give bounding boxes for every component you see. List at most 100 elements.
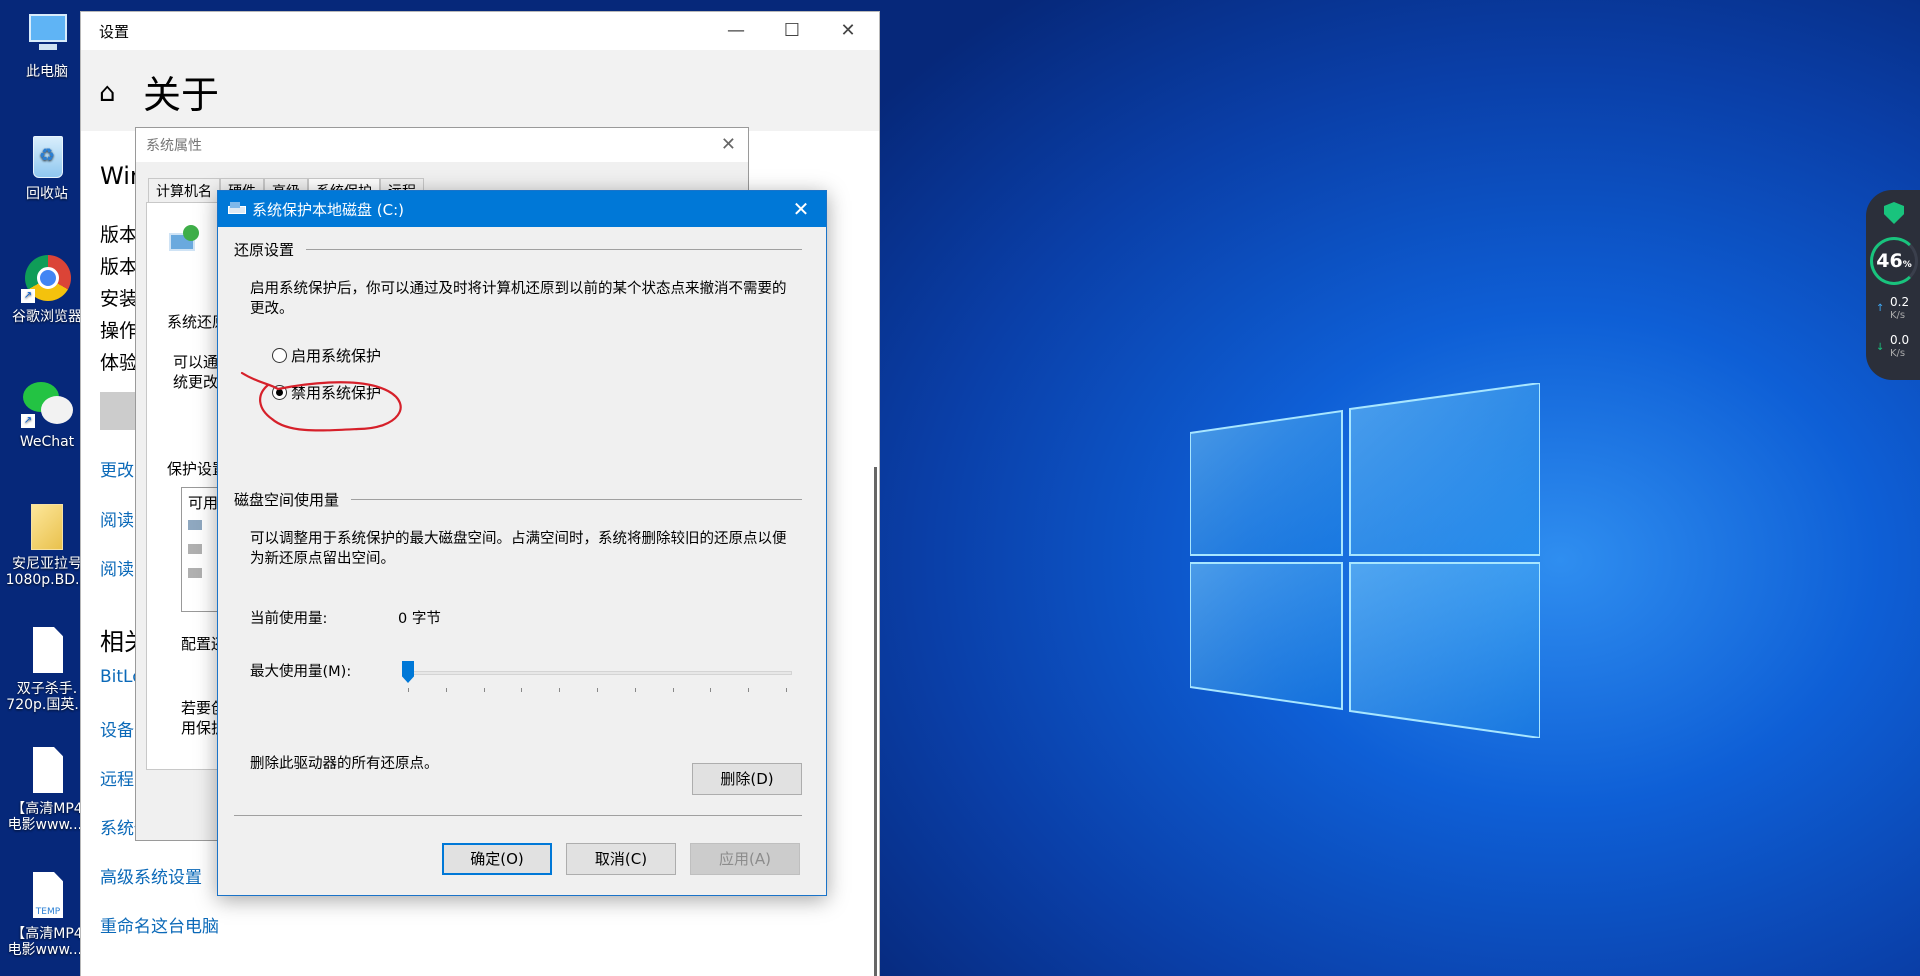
slider-track[interactable] bbox=[402, 671, 792, 675]
upload-unit: K/s bbox=[1890, 310, 1906, 321]
tab-computer-name[interactable]: 计算机名 bbox=[148, 178, 220, 203]
red-annotation-circle bbox=[240, 371, 402, 432]
settings-link[interactable]: 远程 bbox=[100, 765, 134, 790]
spec-label-fragment: 版本 bbox=[100, 224, 139, 246]
advanced-system-settings-link[interactable]: 高级系统设置 bbox=[100, 863, 202, 888]
rename-pc-link[interactable]: 重命名这台电脑 bbox=[100, 912, 219, 937]
system-protection-dialog: 系统保护本地磁盘 (C:) ✕ 还原设置 启用系统保护后，你可以通过及时将计算机… bbox=[217, 190, 827, 896]
slider-tick bbox=[786, 688, 787, 692]
folder-icon bbox=[21, 500, 73, 552]
delete-button[interactable]: 删除(D) bbox=[692, 763, 802, 795]
desktop-icon-chrome[interactable]: ↗ 谷歌浏览器 bbox=[4, 253, 90, 325]
enable-protection-label: 启用系统保护 bbox=[291, 347, 382, 365]
home-icon[interactable]: ⌂ bbox=[99, 78, 116, 108]
settings-titlebar: 设置 bbox=[81, 12, 879, 50]
spec-label-fragment: 安装 bbox=[100, 288, 139, 310]
shortcut-arrow-icon: ↗ bbox=[21, 414, 35, 428]
download-unit: K/s bbox=[1890, 348, 1906, 359]
desktop-icon-file-2[interactable]: 【高清MP4 电影www.... bbox=[4, 745, 90, 833]
slider-tick bbox=[408, 688, 409, 692]
drives-list[interactable]: 可用 bbox=[181, 487, 221, 612]
wechat-icon: ↗ bbox=[21, 378, 73, 430]
disk-usage-heading: 磁盘空间使用量 bbox=[234, 491, 340, 509]
desktop-icon-label: 安尼亚拉号 1080p.BD... bbox=[5, 556, 89, 588]
desktop-icon-this-pc[interactable]: 此电脑 bbox=[4, 8, 90, 80]
slider-tick bbox=[748, 688, 750, 692]
slider-tick bbox=[672, 688, 674, 692]
slider-tick bbox=[597, 688, 598, 692]
restore-settings-desc: 启用系统保护后，你可以通过及时将计算机还原到以前的某个状态点来撤消不需要的更改。 bbox=[250, 281, 787, 317]
drive-icon bbox=[188, 520, 202, 530]
desktop-icon-temp[interactable]: TEMP 【高清MP4 电影www.... bbox=[4, 870, 90, 958]
scrollbar[interactable] bbox=[874, 467, 877, 976]
settings-link[interactable]: 阅读 bbox=[100, 506, 134, 531]
delete-restore-points-desc: 删除此驱动器的所有还原点。 bbox=[250, 756, 439, 772]
close-icon[interactable]: ✕ bbox=[786, 196, 816, 222]
desktop-icon-label: 双子杀手. 720p.国英... bbox=[6, 681, 88, 713]
drive-icon bbox=[188, 544, 202, 554]
windows-logo bbox=[1190, 383, 1540, 738]
dialog-titlebar: 系统保护本地磁盘 (C:) bbox=[218, 191, 826, 227]
upload-speed: 0.2 K/s bbox=[1890, 296, 1909, 322]
settings-window-title: 设置 bbox=[99, 22, 130, 41]
apply-button[interactable]: 应用(A) bbox=[690, 843, 800, 875]
file-icon bbox=[21, 625, 73, 677]
divider bbox=[234, 815, 802, 816]
disk-usage-group: 磁盘空间使用量 bbox=[234, 489, 802, 510]
desktop-icon-label: WeChat bbox=[19, 434, 75, 450]
download-value: 0.0 bbox=[1890, 333, 1910, 347]
shortcut-arrow-icon: ↗ bbox=[21, 289, 35, 303]
upload-value: 0.2 bbox=[1890, 295, 1910, 309]
system-restore-desc: 可以通 bbox=[173, 353, 219, 371]
max-usage-slider[interactable] bbox=[402, 661, 792, 692]
desktop-icon-recycle-bin[interactable]: ♻ 回收站 bbox=[4, 130, 90, 202]
minimize-icon[interactable]: — bbox=[713, 18, 759, 44]
enable-protection-radio[interactable]: 启用系统保护 bbox=[272, 345, 381, 366]
settings-link[interactable]: 阅读 bbox=[100, 555, 134, 580]
temp-label: TEMP bbox=[35, 907, 61, 917]
settings-header: ⌂ 关于 bbox=[81, 50, 879, 131]
current-usage-label: 当前使用量: bbox=[250, 611, 328, 627]
disk-usage-desc: 可以调整用于系统保护的最大磁盘空间。占满空间时，系统将删除较旧的还原点以便为新还… bbox=[250, 531, 787, 567]
max-usage-label: 最大使用量(M): bbox=[250, 664, 352, 680]
close-icon[interactable]: ✕ bbox=[825, 18, 871, 44]
file-icon bbox=[21, 745, 73, 797]
shield-check-icon[interactable] bbox=[1884, 202, 1904, 224]
temp-file-icon: TEMP bbox=[21, 870, 73, 922]
settings-link[interactable]: 更改 bbox=[100, 456, 134, 481]
system-protection-icon bbox=[169, 225, 199, 255]
chrome-icon: ↗ bbox=[21, 253, 73, 305]
ok-button[interactable]: 确定(O) bbox=[442, 843, 552, 875]
percent-unit: % bbox=[1902, 260, 1912, 270]
slider-tick bbox=[710, 688, 712, 692]
dialog-title: 系统保护本地磁盘 (C:) bbox=[252, 200, 405, 219]
close-icon[interactable]: ✕ bbox=[721, 134, 736, 155]
settings-link[interactable]: 设备 bbox=[100, 716, 134, 741]
spec-label-fragment: 操作 bbox=[100, 320, 139, 342]
memory-percent: 46% bbox=[1870, 250, 1918, 272]
page-title: 关于 bbox=[143, 73, 220, 117]
sysprop-titlebar: 系统属性 bbox=[136, 128, 748, 162]
sysprop-title: 系统属性 bbox=[146, 138, 202, 154]
slider-tick bbox=[559, 688, 561, 692]
slider-tick bbox=[445, 688, 447, 692]
cancel-button[interactable]: 取消(C) bbox=[566, 843, 676, 875]
radio-button[interactable] bbox=[272, 348, 287, 363]
restore-settings-group: 还原设置 bbox=[234, 239, 802, 260]
desktop-icon-label: 【高清MP4 电影www.... bbox=[7, 926, 87, 958]
maximize-icon[interactable]: ☐ bbox=[769, 18, 815, 44]
system-restore-desc: 统更改 bbox=[173, 373, 219, 391]
download-arrow-icon: ↓ bbox=[1876, 342, 1885, 353]
percent-value: 46 bbox=[1876, 250, 1903, 272]
desktop-icon-label: 【高清MP4 电影www.... bbox=[7, 801, 87, 833]
desktop-icon-label: 此电脑 bbox=[26, 64, 68, 80]
current-usage-value: 0 字节 bbox=[398, 611, 441, 627]
desktop-icon-folder[interactable]: 安尼亚拉号 1080p.BD... bbox=[4, 500, 90, 588]
spec-label-fragment: 版本 bbox=[100, 256, 139, 278]
system-monitor-widget[interactable]: 46% ↑ 0.2 K/s ↓ 0.0 K/s bbox=[1866, 190, 1920, 380]
desktop-icon-label: 谷歌浏览器 bbox=[12, 309, 82, 325]
recycle-bin-icon: ♻ bbox=[21, 130, 73, 182]
slider-thumb[interactable] bbox=[402, 661, 414, 683]
desktop-icon-wechat[interactable]: ↗ WeChat bbox=[4, 378, 90, 450]
desktop-icon-file-1[interactable]: 双子杀手. 720p.国英... bbox=[4, 625, 90, 713]
